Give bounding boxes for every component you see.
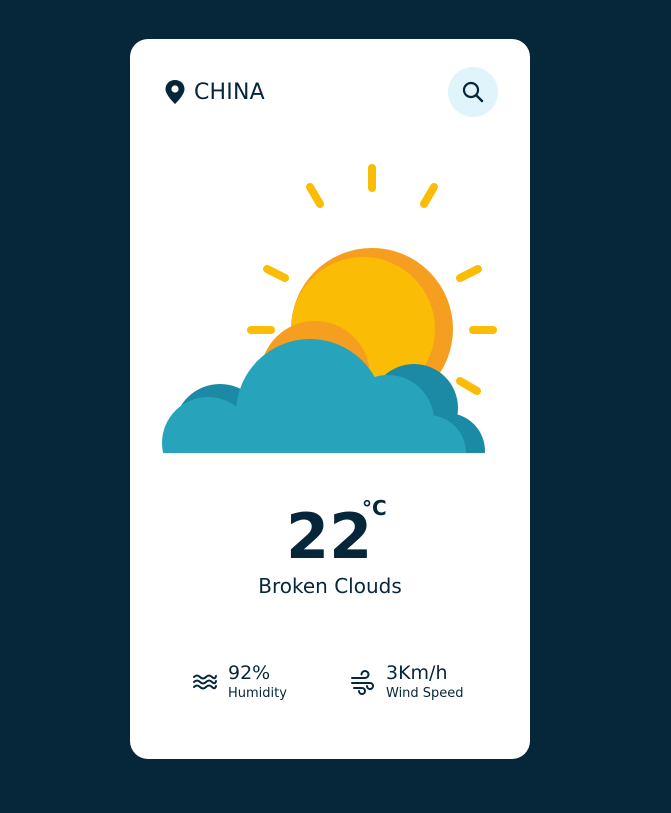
temperature-value: 22 [286, 500, 373, 573]
temperature: 22 °C [130, 497, 530, 577]
humidity-stat: 92% Humidity [192, 661, 287, 702]
search-icon [462, 81, 484, 103]
waves-icon [192, 669, 218, 695]
humidity-value: 92% [228, 662, 271, 684]
wind-stat: 3Km/h Wind Speed [350, 661, 464, 702]
weather-condition: Broken Clouds [258, 574, 402, 598]
weather-card: CHINA 22 °C Broken Clouds 92% Humidity 3… [130, 39, 530, 759]
wind-icon [350, 669, 376, 695]
map-pin-icon [165, 80, 185, 104]
location: CHINA [165, 79, 265, 105]
search-button[interactable] [448, 67, 498, 117]
temperature-unit: °C [362, 496, 387, 520]
wind-label: Wind Speed [386, 686, 464, 701]
humidity-label: Humidity [228, 686, 287, 701]
location-name: CHINA [194, 79, 265, 105]
wind-value: 3Km/h [386, 662, 448, 684]
sun-behind-cloud-icon [160, 161, 500, 491]
